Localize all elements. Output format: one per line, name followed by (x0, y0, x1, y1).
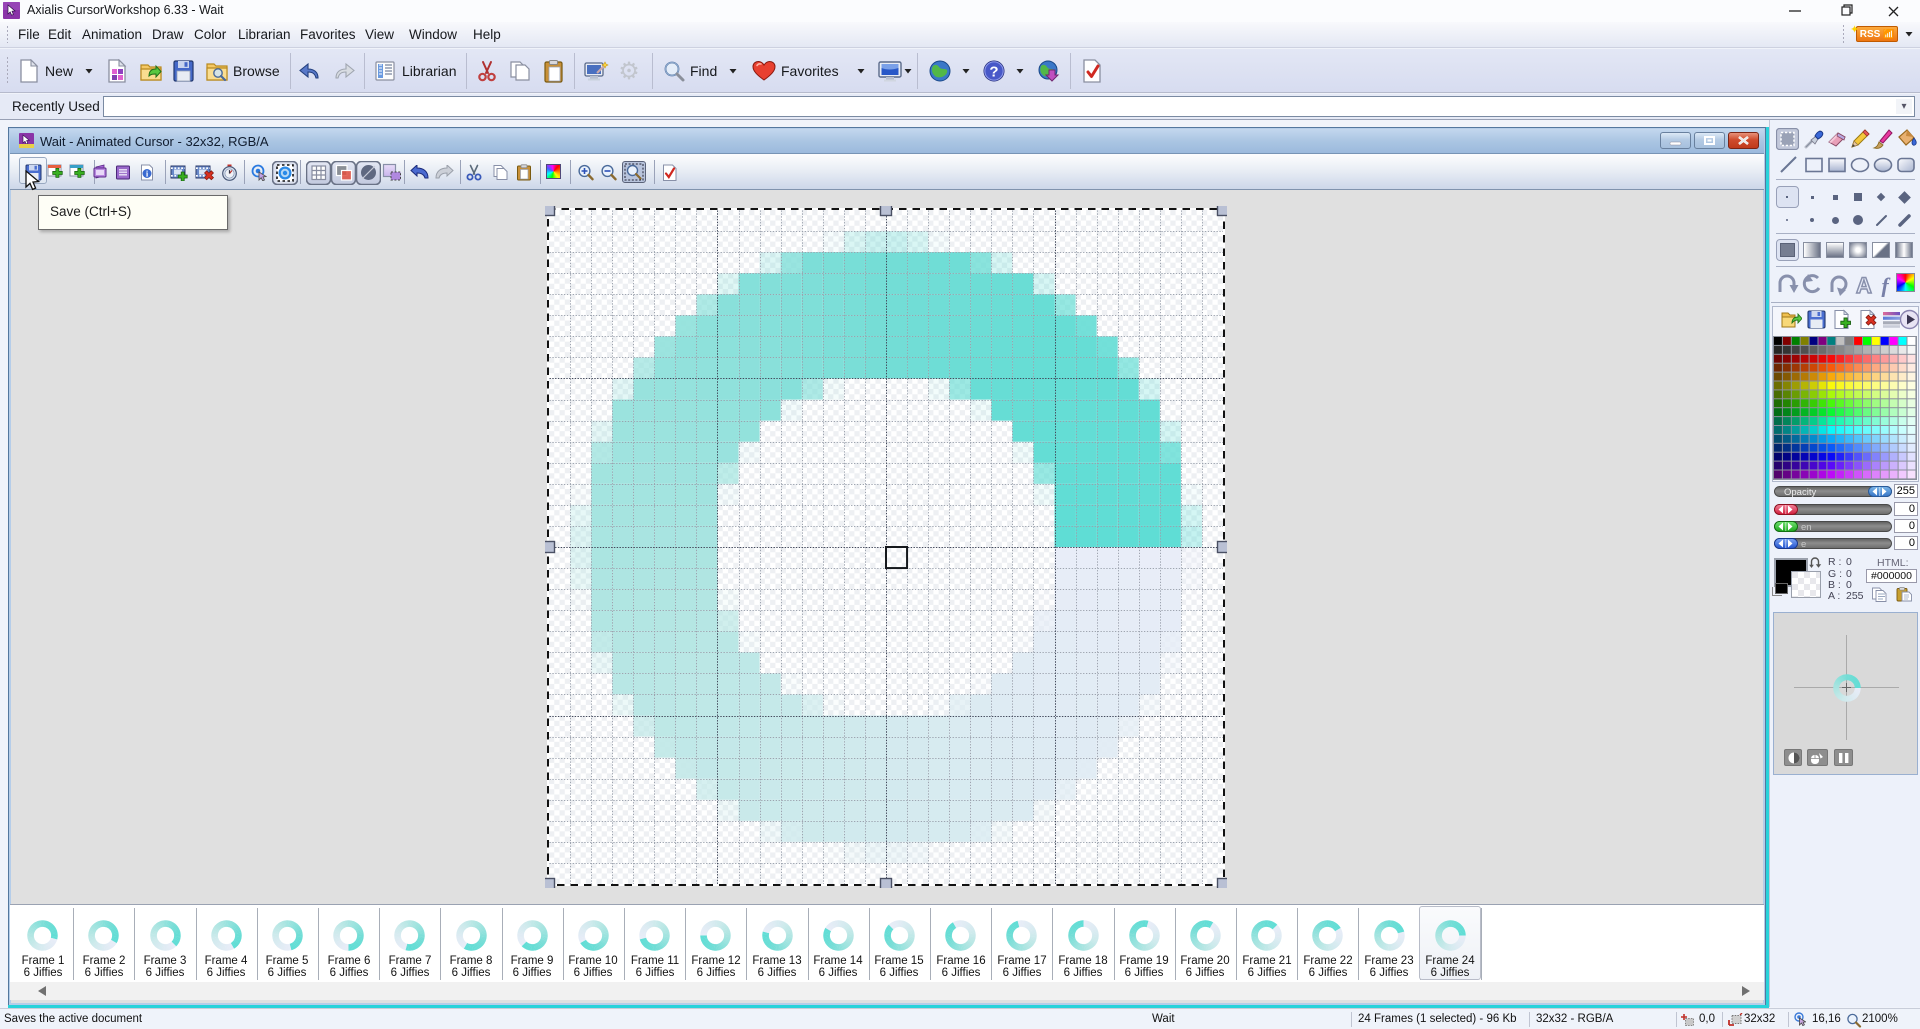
svg-text:f: f (1881, 273, 1891, 297)
svg-text:?: ? (989, 64, 998, 81)
svg-text:A: A (1856, 273, 1872, 297)
svg-text:⚙: ⚙ (618, 59, 640, 83)
